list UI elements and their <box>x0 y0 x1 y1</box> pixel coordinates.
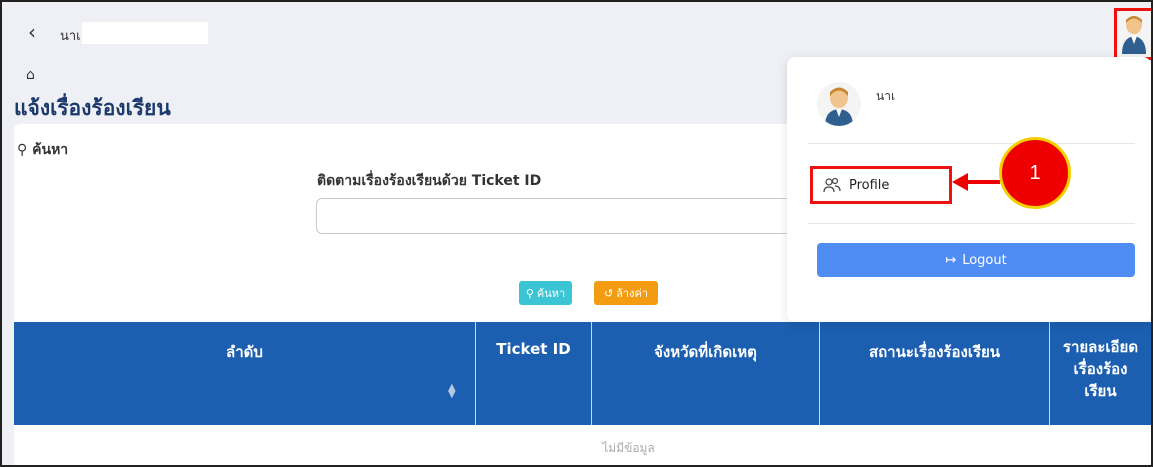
profile-label: Profile <box>849 177 890 193</box>
detail-header-line: เรื่องร้อง <box>1073 360 1128 378</box>
avatar-icon <box>1122 16 1146 54</box>
home-icon[interactable]: ⌂ <box>26 67 35 83</box>
reset-button[interactable]: ↺ ล้างค่า <box>594 281 658 305</box>
search-button-label: ค้นหา <box>536 287 566 300</box>
search-icon: ⚲ <box>17 142 28 158</box>
user-avatar-button[interactable] <box>1114 8 1151 60</box>
column-header-order-label: ลำดับ <box>226 343 263 361</box>
divider <box>808 223 1135 224</box>
profile-menu-item[interactable]: Profile <box>810 166 952 204</box>
dropdown-avatar <box>817 82 861 126</box>
column-header-province[interactable]: จังหวัดที่เกิดเหตุ <box>592 322 820 425</box>
callout-arrow-line <box>966 180 1000 184</box>
search-button[interactable]: ⚲ ค้นหา <box>519 281 572 305</box>
ticket-id-label: ติดตามเรื่องร้องเรียนด้วย Ticket ID <box>317 173 542 189</box>
user-name-short: นาเ <box>60 29 81 44</box>
undo-icon: ↺ <box>603 286 614 300</box>
column-header-order[interactable]: ลำดับ ▲ ▼ <box>14 322 476 425</box>
table-header: ลำดับ ▲ ▼ Ticket ID จังหวัดที่เกิดเหตุ สถ… <box>14 322 1151 425</box>
dropdown-user-name: นาเ <box>876 89 896 103</box>
users-icon <box>823 177 841 193</box>
chevron-left-icon[interactable]: ‹ <box>28 22 36 42</box>
reset-button-label: ล้างค่า <box>616 287 649 300</box>
ticket-id-input[interactable] <box>316 198 836 234</box>
search-heading: ⚲ ค้นหา <box>17 139 68 161</box>
search-icon: ⚲ <box>525 286 534 300</box>
column-header-ticket-id[interactable]: Ticket ID <box>476 322 592 425</box>
logout-button[interactable]: ↦ Logout <box>817 243 1135 277</box>
divider <box>808 143 1135 144</box>
logout-label: Logout <box>962 252 1007 268</box>
search-heading-label: ค้นหา <box>32 142 69 158</box>
page-title: แจ้งเรื่องร้องเรียน <box>14 96 171 120</box>
sort-icon[interactable]: ▲ ▼ <box>448 383 456 400</box>
detail-header-line: รายละเอียด <box>1062 338 1139 356</box>
callout-arrow-head <box>952 173 968 191</box>
top-bar: ‹ นาเ <box>2 2 1151 62</box>
detail-header-line: เรียน <box>1084 382 1117 400</box>
empty-table-message: ไม่มีข้อมูล <box>602 441 655 455</box>
column-header-detail[interactable]: รายละเอียด เรื่องร้อง เรียน <box>1050 322 1151 425</box>
column-header-status[interactable]: สถานะเรื่องร้องเรียน <box>820 322 1050 425</box>
logout-icon: ↦ <box>945 252 957 268</box>
user-name-redaction <box>82 22 208 44</box>
avatar-icon <box>825 87 853 126</box>
step-callout: 1 <box>999 137 1071 209</box>
app-window: ‹ นาเ ⌂ แจ้งเรื่องร้องเรียน ⚲ ค้นหา ติดต… <box>0 0 1153 467</box>
